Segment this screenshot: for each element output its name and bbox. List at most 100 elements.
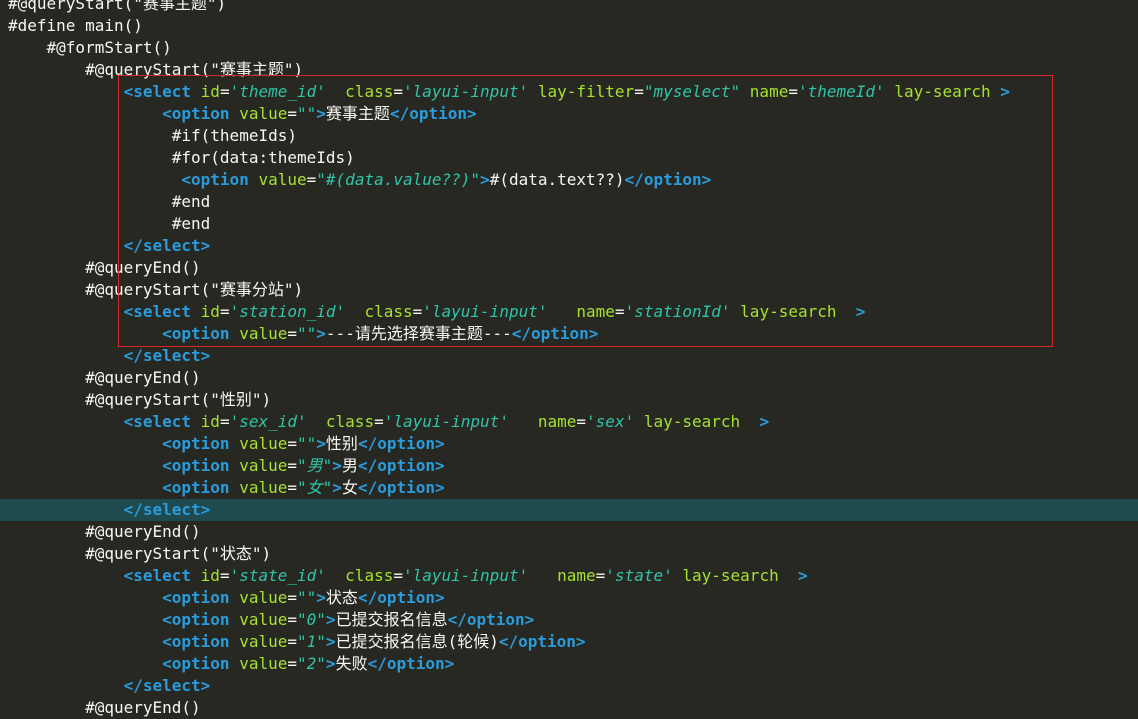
code-line[interactable]: #@queryEnd() [0,257,1138,279]
element-text: 男 [341,456,358,475]
string-literal: 'sex' [586,412,635,431]
html-tag-token: </option> [624,170,712,189]
attribute-name: value [239,478,288,497]
attribute-name: value [239,104,288,123]
code-line[interactable]: #@formStart() [0,37,1138,59]
html-tag-token: </option> [389,104,477,123]
html-tag-token: > [1000,82,1010,101]
html-tag-token: <select [123,302,192,321]
attribute-name: value [258,170,307,189]
current-code-line[interactable]: </select> [0,499,1138,521]
code-text: #for(data:themeIds) [8,148,355,167]
code-line[interactable]: #@queryEnd() [0,521,1138,543]
attribute-name: value [239,434,288,453]
code-line[interactable]: #@queryEnd() [0,697,1138,719]
string-literal: "#(data.value??)" [316,170,481,189]
html-tag-token: > [797,566,808,585]
code-line[interactable]: #@queryStart("赛事分站") [0,279,1138,301]
code-line[interactable]: <option value="">赛事主题</option> [0,103,1138,125]
html-tag-token: > [316,104,326,123]
code-line[interactable]: <select id='theme_id' class='layui-input… [0,81,1138,103]
html-tag-token: > [316,588,326,607]
code-line[interactable]: <option value="#(data.value??)">#(data.t… [0,169,1138,191]
html-tag-token: <option [162,588,230,607]
code-line[interactable]: #@queryStart("赛事主题") [0,59,1138,81]
element-text: 失败 [335,654,368,673]
html-tag-token: > [325,654,336,673]
html-tag-token: <select [123,566,192,585]
html-tag-token: <option [162,434,230,453]
string-literal: 'layui-input' [402,566,529,585]
string-literal: 'station_id' [229,302,346,321]
code-line[interactable]: #end [0,191,1138,213]
code-text: #@queryStart("性别") [8,390,272,409]
code-text: #@queryStart("赛事主题") [8,60,304,79]
equals-sign: = [595,566,606,585]
element-text: #(data.text??) [489,170,625,189]
code-line[interactable]: #if(themeIds) [0,125,1138,147]
code-line[interactable]: <option value="">---请先选择赛事主题---</option> [0,323,1138,345]
code-editor[interactable]: #@queryStart("赛事主题") #define main() #@for… [0,0,1138,719]
attribute-name: value [239,632,288,651]
code-line[interactable]: #for(data:themeIds) [0,147,1138,169]
code-line[interactable]: #@queryStart("赛事主题") [0,0,1138,15]
equals-sign: = [287,610,298,629]
code-text: #@queryEnd() [8,368,201,387]
string-literal: 'sex_id' [229,412,307,431]
equals-sign: = [306,170,317,189]
attribute-name: class [345,82,394,101]
code-line[interactable]: #@queryStart("性别") [0,389,1138,411]
equals-sign: = [576,412,587,431]
html-tag-token: </option> [447,610,535,629]
code-line[interactable]: </select> [0,345,1138,367]
code-line[interactable]: </select> [0,235,1138,257]
code-line[interactable]: </select> [0,675,1138,697]
code-line[interactable]: <select id='state_id' class='layui-input… [0,565,1138,587]
element-text: 赛事主题 [325,104,390,123]
html-tag-token: </select> [123,676,211,695]
code-line[interactable]: <option value="女">女</option> [0,477,1138,499]
attribute-name: value [239,324,288,343]
html-tag-token: <option [162,632,230,651]
code-line[interactable]: <option value="0">已提交报名信息</option> [0,609,1138,631]
code-line[interactable]: <option value="2">失败</option> [0,653,1138,675]
code-line[interactable]: <option value="男">男</option> [0,455,1138,477]
attribute-name: name [537,412,577,431]
code-line[interactable]: <option value="">状态</option> [0,587,1138,609]
code-line[interactable]: #end [0,213,1138,235]
html-tag-token: > [316,324,326,343]
html-tag-token: > [325,632,336,651]
string-literal: "" [297,588,317,607]
code-text: #@queryStart("状态") [8,544,272,563]
code-line[interactable]: <option value="1">已提交报名信息(轮候)</option> [0,631,1138,653]
code-line[interactable]: #define main() [0,15,1138,37]
string-literal: "2" [297,654,326,673]
code-line[interactable]: #@queryStart("状态") [0,543,1138,565]
attribute-name: lay-search [682,566,779,585]
html-tag-token: </option> [511,324,599,343]
code-text: #@queryEnd() [8,522,201,541]
code-line[interactable]: <select id='sex_id' class='layui-input' … [0,411,1138,433]
code-text: #@queryEnd() [8,698,201,717]
html-tag-token: </select> [123,500,211,519]
html-tag-token: > [480,170,490,189]
code-line[interactable]: #@queryEnd() [0,367,1138,389]
equals-sign: = [393,82,403,101]
attribute-name: lay-search [740,302,837,321]
attribute-name: name [576,302,615,321]
code-line[interactable]: <select id='station_id' class='layui-inp… [0,301,1138,323]
code-line[interactable]: <option value="">性别</option> [0,433,1138,455]
html-tag-token: </option> [357,434,445,453]
